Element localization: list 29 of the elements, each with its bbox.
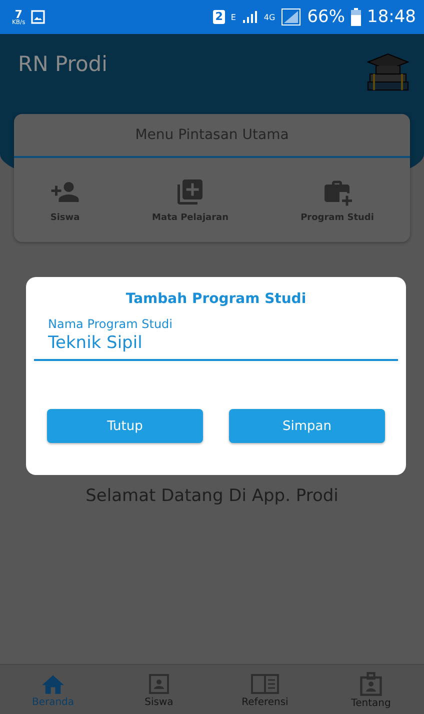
network-type: E (230, 12, 236, 22)
nav-tab[interactable]: Tentang (318, 665, 424, 714)
input-field[interactable]: Nama Program Studi Teknik Sipil (34, 317, 398, 361)
graduation-cap-books-icon (366, 52, 410, 92)
shortcut-item[interactable]: Siswa (50, 177, 80, 223)
signal-icon (242, 10, 258, 24)
shortcut-item[interactable]: Program Studi (300, 177, 374, 223)
sim-indicator: 2 (213, 10, 225, 24)
id-badge-icon (358, 670, 384, 696)
dialog-title: Tambah Program Studi (124, 291, 308, 307)
dialog-button[interactable]: Simpan (229, 409, 385, 443)
nav-tab[interactable]: Referensi (212, 665, 318, 714)
library-add-icon (175, 177, 206, 207)
field-label: Nama Program Studi (48, 317, 174, 331)
shortcut-item[interactable]: Mata Pelajaran (152, 177, 229, 223)
app-title: RN Prodi (18, 52, 108, 76)
network-speed: 7 (14, 8, 22, 20)
nav-tab[interactable]: Beranda (0, 665, 106, 714)
portrait-icon (147, 672, 171, 696)
signal-icon (281, 8, 302, 26)
book-icon (250, 672, 280, 696)
image-icon (31, 10, 46, 24)
dialog-button[interactable]: Tutup (47, 409, 203, 443)
clock: 18:48 (367, 7, 416, 27)
nav-tab[interactable]: Siswa (106, 665, 212, 714)
welcome-text: Selamat Datang Di App. Prodi (84, 486, 340, 506)
battery-percent: 66% (307, 7, 345, 27)
data-type: 4G (264, 12, 276, 22)
battery-icon (351, 8, 361, 26)
